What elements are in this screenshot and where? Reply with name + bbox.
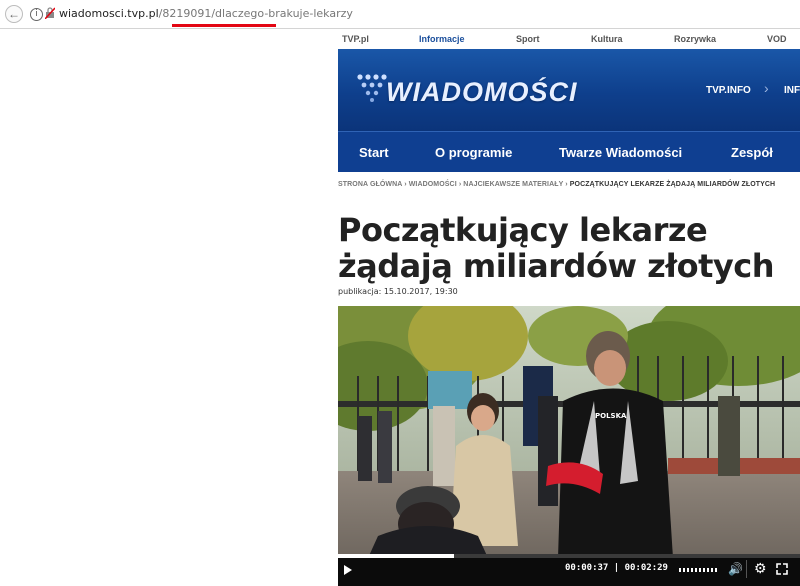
top-navigation: TVP.pl Informacje Sport Kultura Rozrywka…: [338, 29, 800, 49]
tvp-info-link-partial[interactable]: INF: [784, 85, 800, 96]
topnav-item-sport[interactable]: Sport: [516, 34, 540, 44]
url-highlight-underline: [172, 24, 276, 27]
wiadomosci-logo[interactable]: WIADOMOŚCI: [386, 77, 578, 108]
insecure-lock-icon: [45, 7, 55, 19]
topnav-item-rozrywka[interactable]: Rozrywka: [674, 34, 716, 44]
volume-slider[interactable]: [679, 568, 717, 572]
logo-dots-icon: [357, 74, 387, 102]
breadcrumb-item-home[interactable]: STRONA GŁÓWNA: [338, 181, 402, 188]
time-display: 00:00:37 | 00:02:29: [565, 563, 668, 573]
volume-icon[interactable]: 🔊: [728, 562, 743, 576]
progress-bar[interactable]: [338, 554, 800, 558]
video-player[interactable]: POLSKA: [338, 306, 800, 586]
breadcrumb-item-najciekawsze[interactable]: NAJCIEKAWSZE MATERIAŁY: [463, 181, 563, 188]
mainnav-item-o-programie[interactable]: O programie: [435, 145, 512, 160]
mainnav-item-zespol[interactable]: Zespół: [731, 145, 773, 160]
player-controls: 00:00:37 | 00:02:29 🔊 ⚙: [338, 554, 800, 586]
breadcrumb-item-wiadomosci[interactable]: WIADOMOŚCI: [409, 181, 457, 188]
article-title: Początkujący lekarze żądają miliardów zł…: [338, 211, 775, 285]
gear-icon[interactable]: ⚙: [754, 560, 767, 577]
topnav-item-tvp[interactable]: TVP.pl: [342, 34, 369, 44]
progress-fill: [338, 554, 454, 558]
fullscreen-icon[interactable]: [776, 563, 788, 575]
topnav-item-vod[interactable]: VOD: [767, 34, 787, 44]
breadcrumb-separator: ›: [565, 181, 568, 188]
topnav-item-informacje[interactable]: Informacje: [419, 34, 465, 44]
tvp-info-link[interactable]: TVP.INFO: [706, 85, 751, 96]
time-total: 00:02:29: [624, 563, 668, 573]
breadcrumb-current: POCZĄTKUJĄCY LEKARZE ŻĄDAJĄ MILIARDÓW ZŁ…: [569, 181, 776, 188]
time-separator: |: [608, 563, 625, 573]
video-frame-image: POLSKA: [338, 306, 800, 558]
publication-date: publikacja: 15.10.2017, 19:30: [338, 287, 458, 296]
time-current: 00:00:37: [565, 563, 609, 573]
main-navigation: Start O programie Twarze Wiadomości Zesp…: [338, 131, 800, 172]
breadcrumb-separator: ›: [458, 181, 462, 188]
url-path-id: /8219091/: [158, 7, 216, 20]
topnav-item-kultura[interactable]: Kultura: [591, 34, 623, 44]
mainnav-item-twarze-wiadomosci[interactable]: Twarze Wiadomości: [559, 145, 682, 160]
vest-text: POLSKA: [595, 412, 627, 420]
info-icon[interactable]: i: [30, 8, 43, 21]
address-bar: ← i wiadomosci.tvp.pl/8219091/dlaczego-b…: [0, 0, 800, 29]
breadcrumb: STRONA GŁÓWNA › WIADOMOŚCI › NAJCIEKAWSZ…: [338, 181, 775, 188]
control-divider: [746, 560, 747, 578]
url-slug: dlaczego-brakuje-lekarzy: [215, 7, 353, 20]
back-button[interactable]: ←: [5, 5, 23, 23]
breadcrumb-separator: ›: [404, 181, 407, 188]
chevron-right-icon: ›: [764, 80, 769, 96]
site-banner: WIADOMOŚCI TVP.INFO › INF: [338, 49, 800, 131]
url-field[interactable]: wiadomosci.tvp.pl/8219091/dlaczego-braku…: [59, 7, 353, 20]
url-host: wiadomosci.tvp.pl: [59, 7, 159, 20]
mainnav-item-start[interactable]: Start: [359, 145, 389, 160]
play-icon[interactable]: [344, 565, 352, 575]
